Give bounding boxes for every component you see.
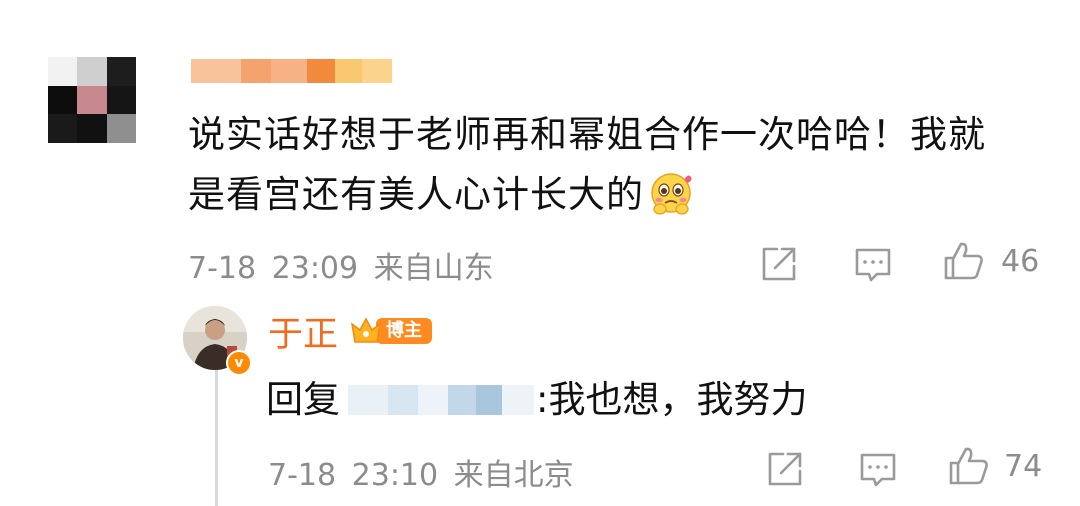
comment-date: 7-18 <box>188 251 257 286</box>
reply-like-icon[interactable] <box>947 443 991 487</box>
reply-prefix: 回复 <box>266 378 340 421</box>
pleading-face-emoji-icon <box>648 169 694 215</box>
reply-share-icon[interactable] <box>763 447 807 491</box>
comment-text: 说实话好想于老师再和幂姐合作一次哈哈！我就 是看宫还有美人心计长大的 <box>188 105 1048 225</box>
comment-time: 23:09 <box>271 251 359 286</box>
reply-location: 来自北京 <box>453 458 574 493</box>
blogger-badge: 博主 <box>348 314 434 348</box>
comment-line-2: 是看宫还有美人心计长大的 <box>188 165 1048 225</box>
verified-badge-icon: v <box>226 350 252 376</box>
reply-time: 23:10 <box>351 458 439 493</box>
commenter-avatar[interactable] <box>48 57 136 143</box>
reply-thread-line <box>215 368 218 506</box>
like-icon[interactable] <box>942 238 986 282</box>
reply-message: :我也想，我努力 <box>536 378 808 421</box>
commenter-name-redacted[interactable] <box>191 59 392 83</box>
comment-line-1: 说实话好想于老师再和幂姐合作一次哈哈！我就 <box>188 113 986 156</box>
reply-comment-icon[interactable] <box>856 447 900 491</box>
reply-author-name[interactable]: 于正 <box>268 306 338 357</box>
comment-icon[interactable] <box>851 242 895 286</box>
comment-location: 来自山东 <box>373 251 494 286</box>
reply-text: 回复 :我也想，我努力 <box>266 372 807 428</box>
replied-user-name-redacted[interactable] <box>348 385 534 415</box>
share-icon[interactable] <box>757 242 801 286</box>
comment-line-2-text: 是看宫还有美人心计长大的 <box>188 173 644 216</box>
reply-like-count: 74 <box>1004 449 1043 484</box>
reply-date: 7-18 <box>268 458 337 493</box>
comment-meta: 7-18 23:09 来自山东 <box>188 243 494 287</box>
reply-meta: 7-18 23:10 来自北京 <box>268 450 574 494</box>
comment-like-count: 46 <box>1001 244 1040 279</box>
blogger-badge-label: 博主 <box>386 320 422 341</box>
